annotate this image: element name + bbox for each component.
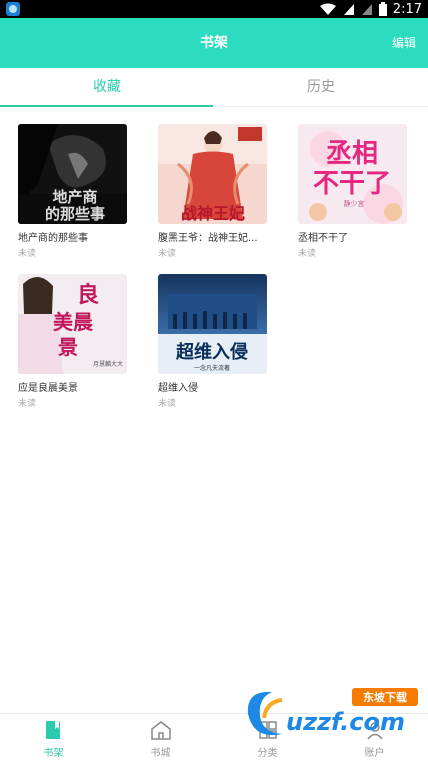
book-title: 丞相不干了: [298, 233, 348, 244]
status-time: 2:17: [392, 1, 422, 17]
book-read-status: 未读: [18, 249, 37, 259]
book-read-status: 未读: [18, 399, 37, 409]
book-title: 腹黑王爷：战神王妃...: [158, 233, 258, 244]
svg-text:良: 良: [77, 282, 99, 308]
svg-text:东坡下载: 东坡下载: [363, 690, 407, 704]
tab-indicator: [0, 105, 213, 107]
book-item[interactable]: 战神王妃 腹黑王爷：战神王妃... 未读: [158, 124, 268, 259]
svg-text:的那些事: 的那些事: [45, 205, 105, 223]
nav-bookstore[interactable]: 书城: [107, 714, 214, 764]
book-read-status: 未读: [158, 249, 177, 259]
tab-favorites[interactable]: 收藏: [0, 68, 214, 106]
book-cover[interactable]: 超维入侵 一念凡夫流著: [158, 274, 267, 374]
book-cover[interactable]: 良 美晨 景 月慧麟大大: [18, 274, 127, 374]
book-read-status: 未读: [158, 399, 177, 409]
app-notification-icon: [6, 2, 20, 16]
book-cover[interactable]: 地产商 的那些事: [18, 124, 127, 224]
svg-text:不干了: 不干了: [313, 169, 391, 199]
signal-icon-2: [361, 3, 372, 15]
tab-history[interactable]: 历史: [214, 68, 428, 106]
status-bar: 2:17: [0, 0, 428, 18]
book-item[interactable]: 超维入侵 一念凡夫流著 超维入侵 未读: [158, 274, 268, 409]
book-cover[interactable]: 战神王妃: [158, 124, 267, 224]
svg-text:景: 景: [58, 335, 78, 359]
watermark-logo: 东坡下载 uzzf.com: [242, 684, 422, 748]
signal-icon: [343, 3, 354, 15]
book-icon: [43, 719, 65, 741]
svg-text:月慧麟大大: 月慧麟大大: [93, 360, 123, 368]
app-header: 书架 编辑: [0, 18, 428, 68]
book-title: 应是良晨美景: [18, 383, 78, 394]
book-item[interactable]: 地产商 的那些事 地产商的那些事 未读: [18, 124, 128, 259]
svg-text:静少言: 静少言: [344, 199, 365, 208]
tab-bar: 收藏 历史: [0, 68, 428, 107]
nav-bookshelf[interactable]: 书架: [0, 714, 107, 764]
svg-text:超维入侵: 超维入侵: [176, 341, 248, 363]
book-item[interactable]: 丞相 不干了 静少言 丞相不干了 未读: [298, 124, 408, 259]
nav-label: 书城: [150, 748, 171, 759]
house-icon: [150, 719, 172, 741]
book-cover[interactable]: 丞相 不干了 静少言: [298, 124, 407, 224]
nav-label: 书架: [43, 748, 64, 759]
book-item[interactable]: 良 美晨 景 月慧麟大大 应是良晨美景 未读: [18, 274, 128, 409]
svg-text:美晨: 美晨: [53, 310, 94, 334]
book-title: 地产商的那些事: [18, 233, 88, 244]
svg-text:丞相: 丞相: [326, 139, 378, 169]
book-title: 超维入侵: [158, 383, 198, 394]
svg-text:uzzf.com: uzzf.com: [286, 708, 405, 736]
book-read-status: 未读: [298, 249, 317, 259]
wifi-icon: [319, 3, 336, 15]
page-title: 书架: [200, 35, 228, 51]
svg-text:地产商: 地产商: [52, 188, 97, 206]
battery-icon: [378, 2, 387, 16]
svg-text:一念凡夫流著: 一念凡夫流著: [194, 364, 230, 372]
svg-text:战神王妃: 战神王妃: [181, 204, 245, 223]
edit-button[interactable]: 编辑: [392, 18, 416, 68]
